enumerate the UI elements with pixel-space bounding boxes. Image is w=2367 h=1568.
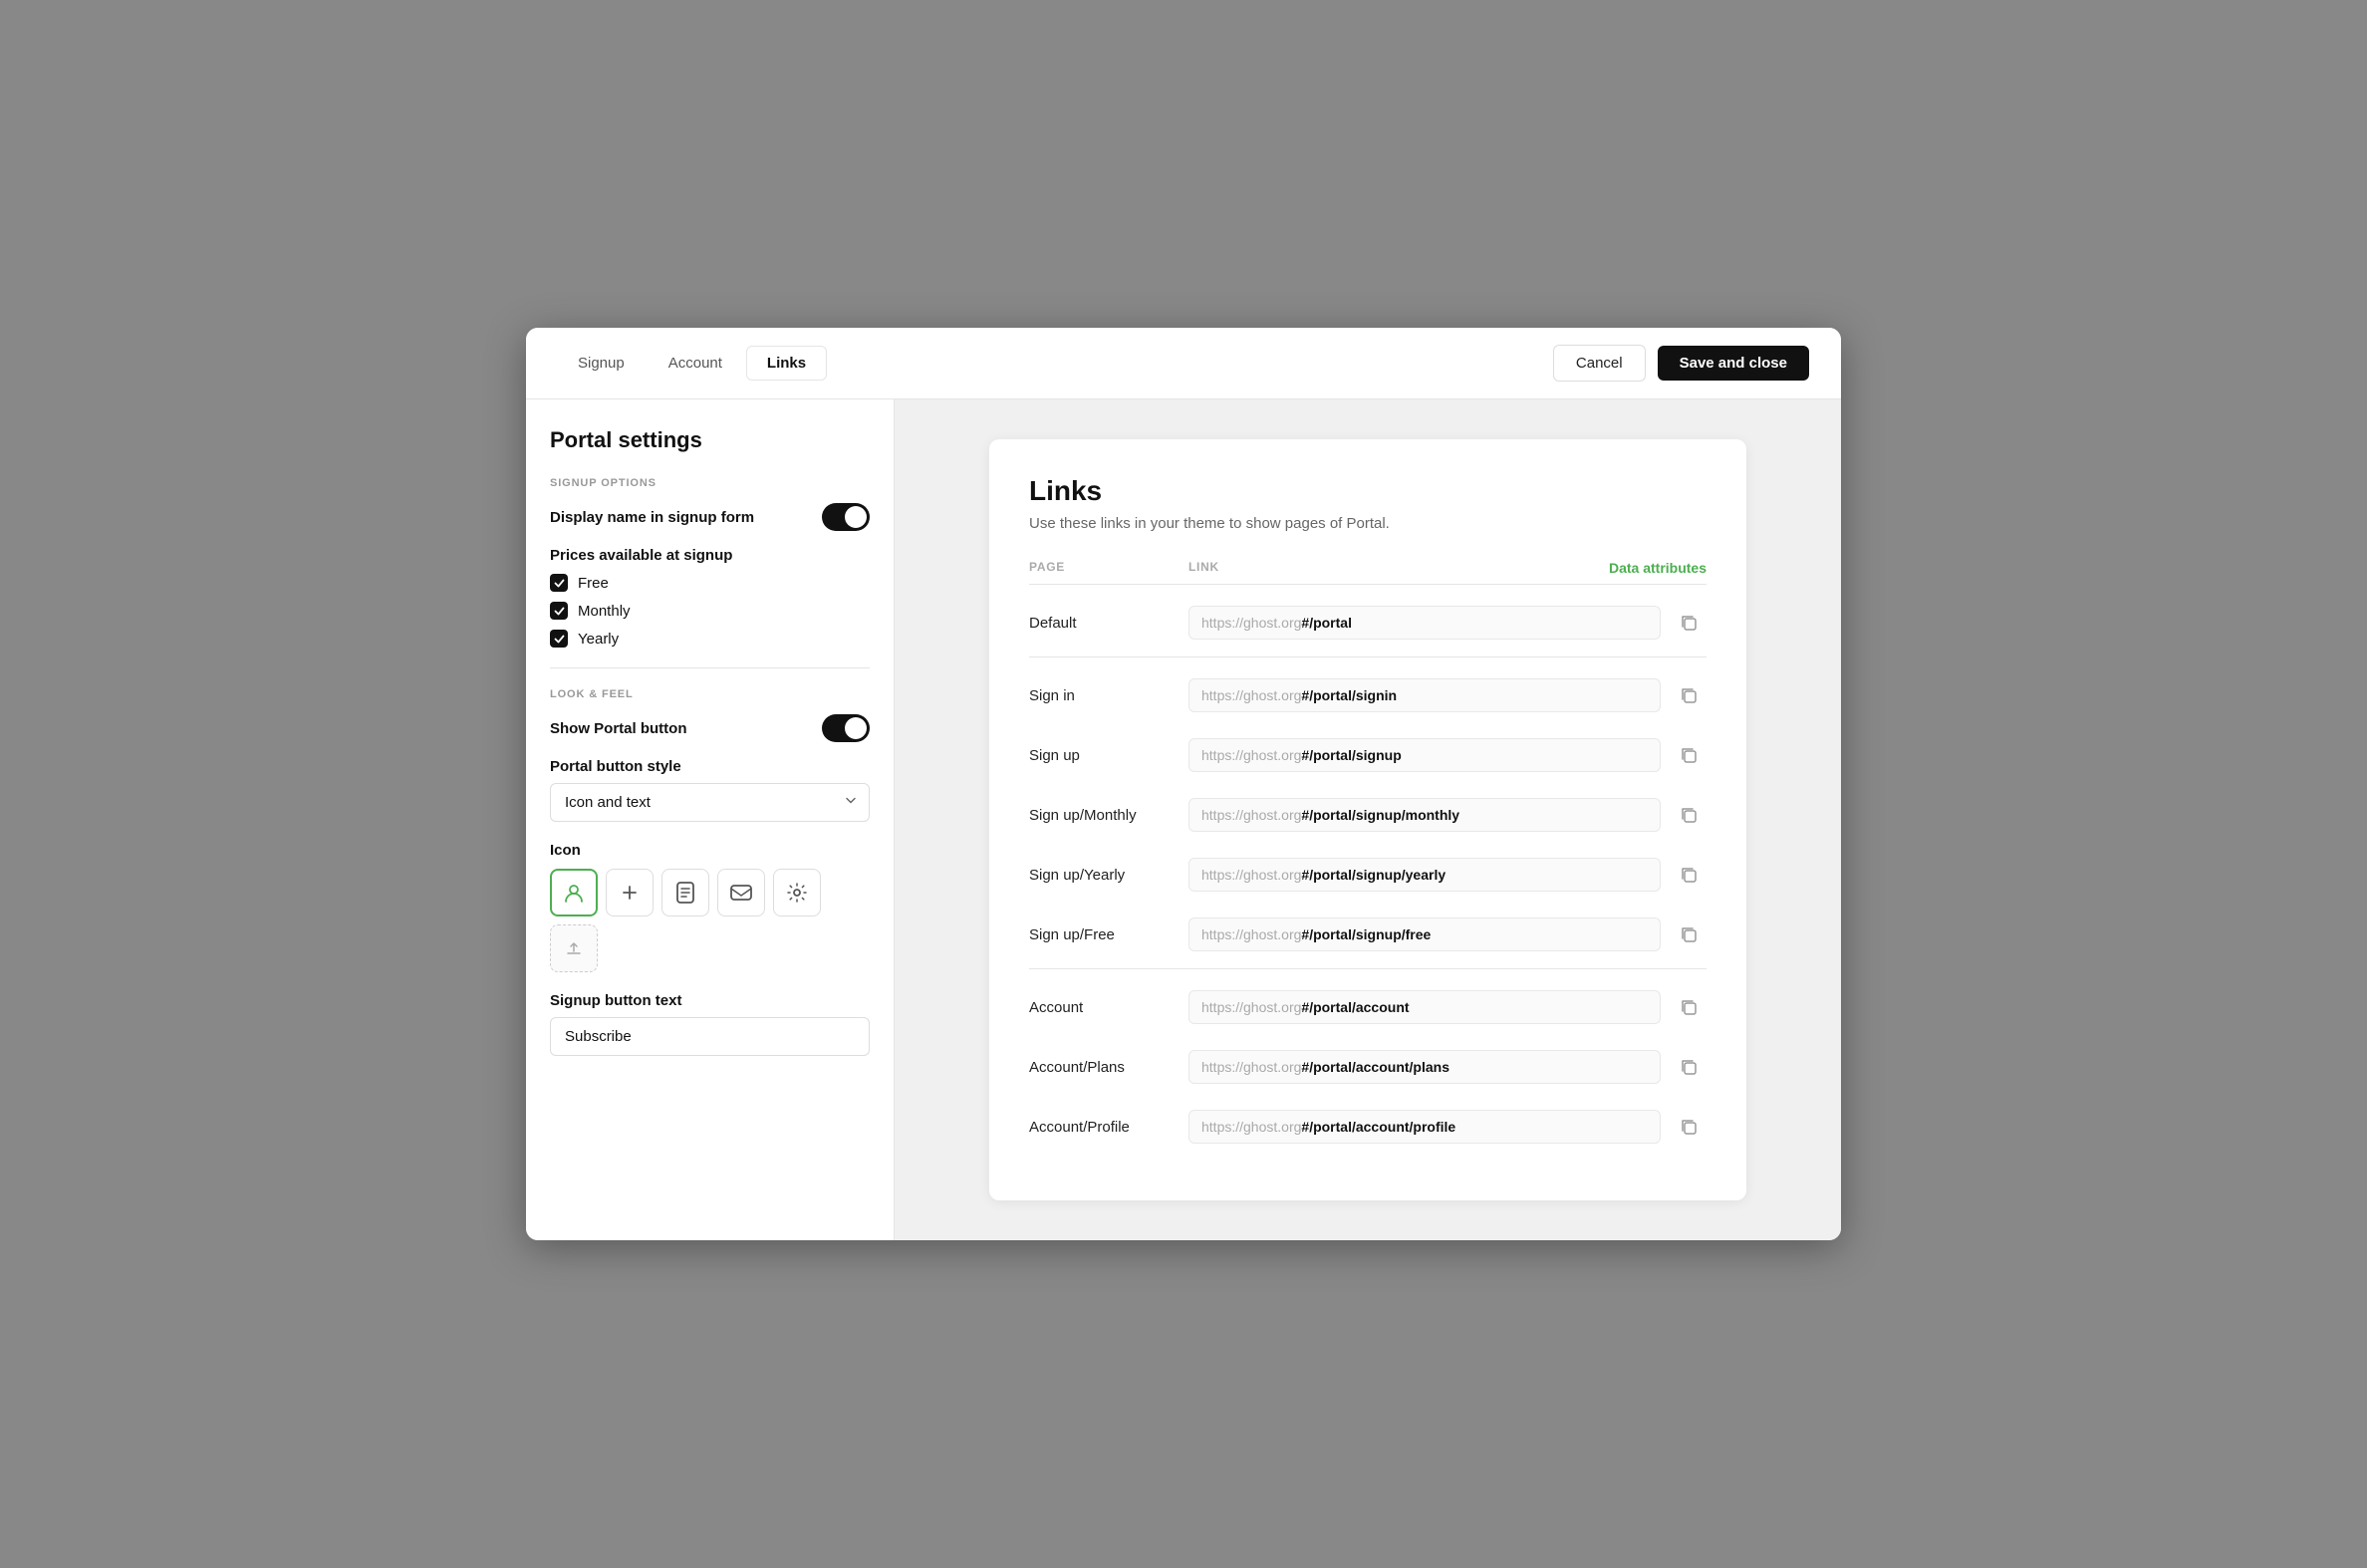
tab-account[interactable]: Account [649, 346, 742, 381]
page-name-account: Account [1029, 999, 1188, 1016]
icon-mail[interactable] [717, 869, 765, 916]
copy-btn-default[interactable] [1671, 605, 1707, 641]
page-name-default: Default [1029, 615, 1188, 632]
signup-options-label: Signup Options [550, 477, 870, 489]
link-url-signup: https://ghost.org#/portal/signup [1188, 738, 1661, 772]
link-row-signup-yearly: Sign up/Yearly https://ghost.org#/portal… [1029, 845, 1707, 905]
display-name-label: Display name in signup form [550, 509, 754, 526]
link-url-signup-monthly: https://ghost.org#/portal/signup/monthly [1188, 798, 1661, 832]
section-divider-1 [550, 667, 870, 668]
links-card: Links Use these links in your theme to s… [989, 439, 1746, 1200]
icon-plus[interactable] [606, 869, 654, 916]
icon-section-label: Icon [550, 842, 870, 859]
copy-btn-account-profile[interactable] [1671, 1109, 1707, 1145]
top-bar: Signup Account Links Cancel Save and clo… [526, 328, 1841, 399]
cancel-button[interactable]: Cancel [1553, 345, 1646, 382]
display-name-row: Display name in signup form [550, 503, 870, 531]
links-title: Links [1029, 475, 1707, 507]
page-name-account-plans: Account/Plans [1029, 1059, 1188, 1076]
button-style-select-wrapper: Icon and text [550, 783, 870, 822]
link-row-signup-monthly: Sign up/Monthly https://ghost.org#/porta… [1029, 785, 1707, 845]
link-row-account-plans: Account/Plans https://ghost.org#/portal/… [1029, 1037, 1707, 1097]
link-url-account: https://ghost.org#/portal/account [1188, 990, 1661, 1024]
save-close-button[interactable]: Save and close [1658, 346, 1809, 381]
price-yearly-item[interactable]: Yearly [550, 630, 870, 648]
icon-document[interactable] [661, 869, 709, 916]
link-row-account-profile: Account/Profile https://ghost.org#/porta… [1029, 1097, 1707, 1157]
button-style-select[interactable]: Icon and text [550, 783, 870, 822]
page-name-signup-free: Sign up/Free [1029, 926, 1188, 943]
page-name-account-profile: Account/Profile [1029, 1119, 1188, 1136]
link-url-account-plans: https://ghost.org#/portal/account/plans [1188, 1050, 1661, 1084]
show-portal-toggle[interactable] [822, 714, 870, 742]
price-yearly-label: Yearly [578, 631, 619, 648]
page-name-signup-monthly: Sign up/Monthly [1029, 807, 1188, 824]
price-free-checkbox[interactable] [550, 574, 568, 592]
copy-btn-account[interactable] [1671, 989, 1707, 1025]
price-yearly-checkbox[interactable] [550, 630, 568, 648]
links-section-default: Default https://ghost.org#/portal [1029, 589, 1707, 657]
button-style-label: Portal button style [550, 758, 870, 775]
price-monthly-checkbox[interactable] [550, 602, 568, 620]
copy-btn-signup[interactable] [1671, 737, 1707, 773]
display-name-toggle[interactable] [822, 503, 870, 531]
links-section-signin: Sign in https://ghost.org#/portal/signin… [1029, 661, 1707, 969]
price-monthly-item[interactable]: Monthly [550, 602, 870, 620]
link-row-default: Default https://ghost.org#/portal [1029, 593, 1707, 653]
links-section-account: Account https://ghost.org#/portal/accoun… [1029, 973, 1707, 1161]
top-bar-actions: Cancel Save and close [1553, 345, 1809, 382]
sidebar-title: Portal settings [550, 427, 870, 453]
copy-btn-account-plans[interactable] [1671, 1049, 1707, 1085]
content-area: Links Use these links in your theme to s… [895, 399, 1841, 1240]
link-row-signin: Sign in https://ghost.org#/portal/signin [1029, 665, 1707, 725]
links-table-header: Page Link Data attributes [1029, 560, 1707, 585]
link-url-default: https://ghost.org#/portal [1188, 606, 1661, 640]
links-subtitle: Use these links in your theme to show pa… [1029, 515, 1707, 532]
icon-grid [550, 869, 870, 972]
link-row-signup: Sign up https://ghost.org#/portal/signup [1029, 725, 1707, 785]
page-name-signin: Sign in [1029, 687, 1188, 704]
show-portal-label: Show Portal button [550, 720, 686, 737]
copy-btn-signup-monthly[interactable] [1671, 797, 1707, 833]
link-row-signup-free: Sign up/Free https://ghost.org#/portal/s… [1029, 905, 1707, 964]
show-portal-row: Show Portal button [550, 714, 870, 742]
tab-links[interactable]: Links [746, 346, 827, 381]
copy-btn-signin[interactable] [1671, 677, 1707, 713]
col-page-header: Page [1029, 560, 1188, 576]
prices-label: Prices available at signup [550, 547, 870, 564]
col-link-header: Link [1188, 560, 1609, 576]
col-data-header[interactable]: Data attributes [1609, 560, 1707, 576]
tab-group: Signup Account Links [558, 346, 827, 381]
copy-btn-signup-yearly[interactable] [1671, 857, 1707, 893]
icon-upload[interactable] [550, 924, 598, 972]
signup-text-input[interactable] [550, 1017, 870, 1056]
page-name-signup-yearly: Sign up/Yearly [1029, 867, 1188, 884]
prices-checkbox-group: Free Monthly Yearly [550, 574, 870, 648]
price-monthly-label: Monthly [578, 603, 631, 620]
link-url-signup-free: https://ghost.org#/portal/signup/free [1188, 917, 1661, 951]
link-url-signup-yearly: https://ghost.org#/portal/signup/yearly [1188, 858, 1661, 892]
sidebar: Portal settings Signup Options Display n… [526, 399, 895, 1240]
price-free-item[interactable]: Free [550, 574, 870, 592]
copy-btn-signup-free[interactable] [1671, 916, 1707, 952]
page-name-signup: Sign up [1029, 747, 1188, 764]
signup-text-label: Signup button text [550, 992, 870, 1009]
link-url-account-profile: https://ghost.org#/portal/account/profil… [1188, 1110, 1661, 1144]
link-row-account: Account https://ghost.org#/portal/accoun… [1029, 977, 1707, 1037]
look-feel-label: Look & Feel [550, 688, 870, 700]
price-free-label: Free [578, 575, 609, 592]
icon-settings[interactable] [773, 869, 821, 916]
link-url-signin: https://ghost.org#/portal/signin [1188, 678, 1661, 712]
main-layout: Portal settings Signup Options Display n… [526, 399, 1841, 1240]
tab-signup[interactable]: Signup [558, 346, 645, 381]
icon-person[interactable] [550, 869, 598, 916]
